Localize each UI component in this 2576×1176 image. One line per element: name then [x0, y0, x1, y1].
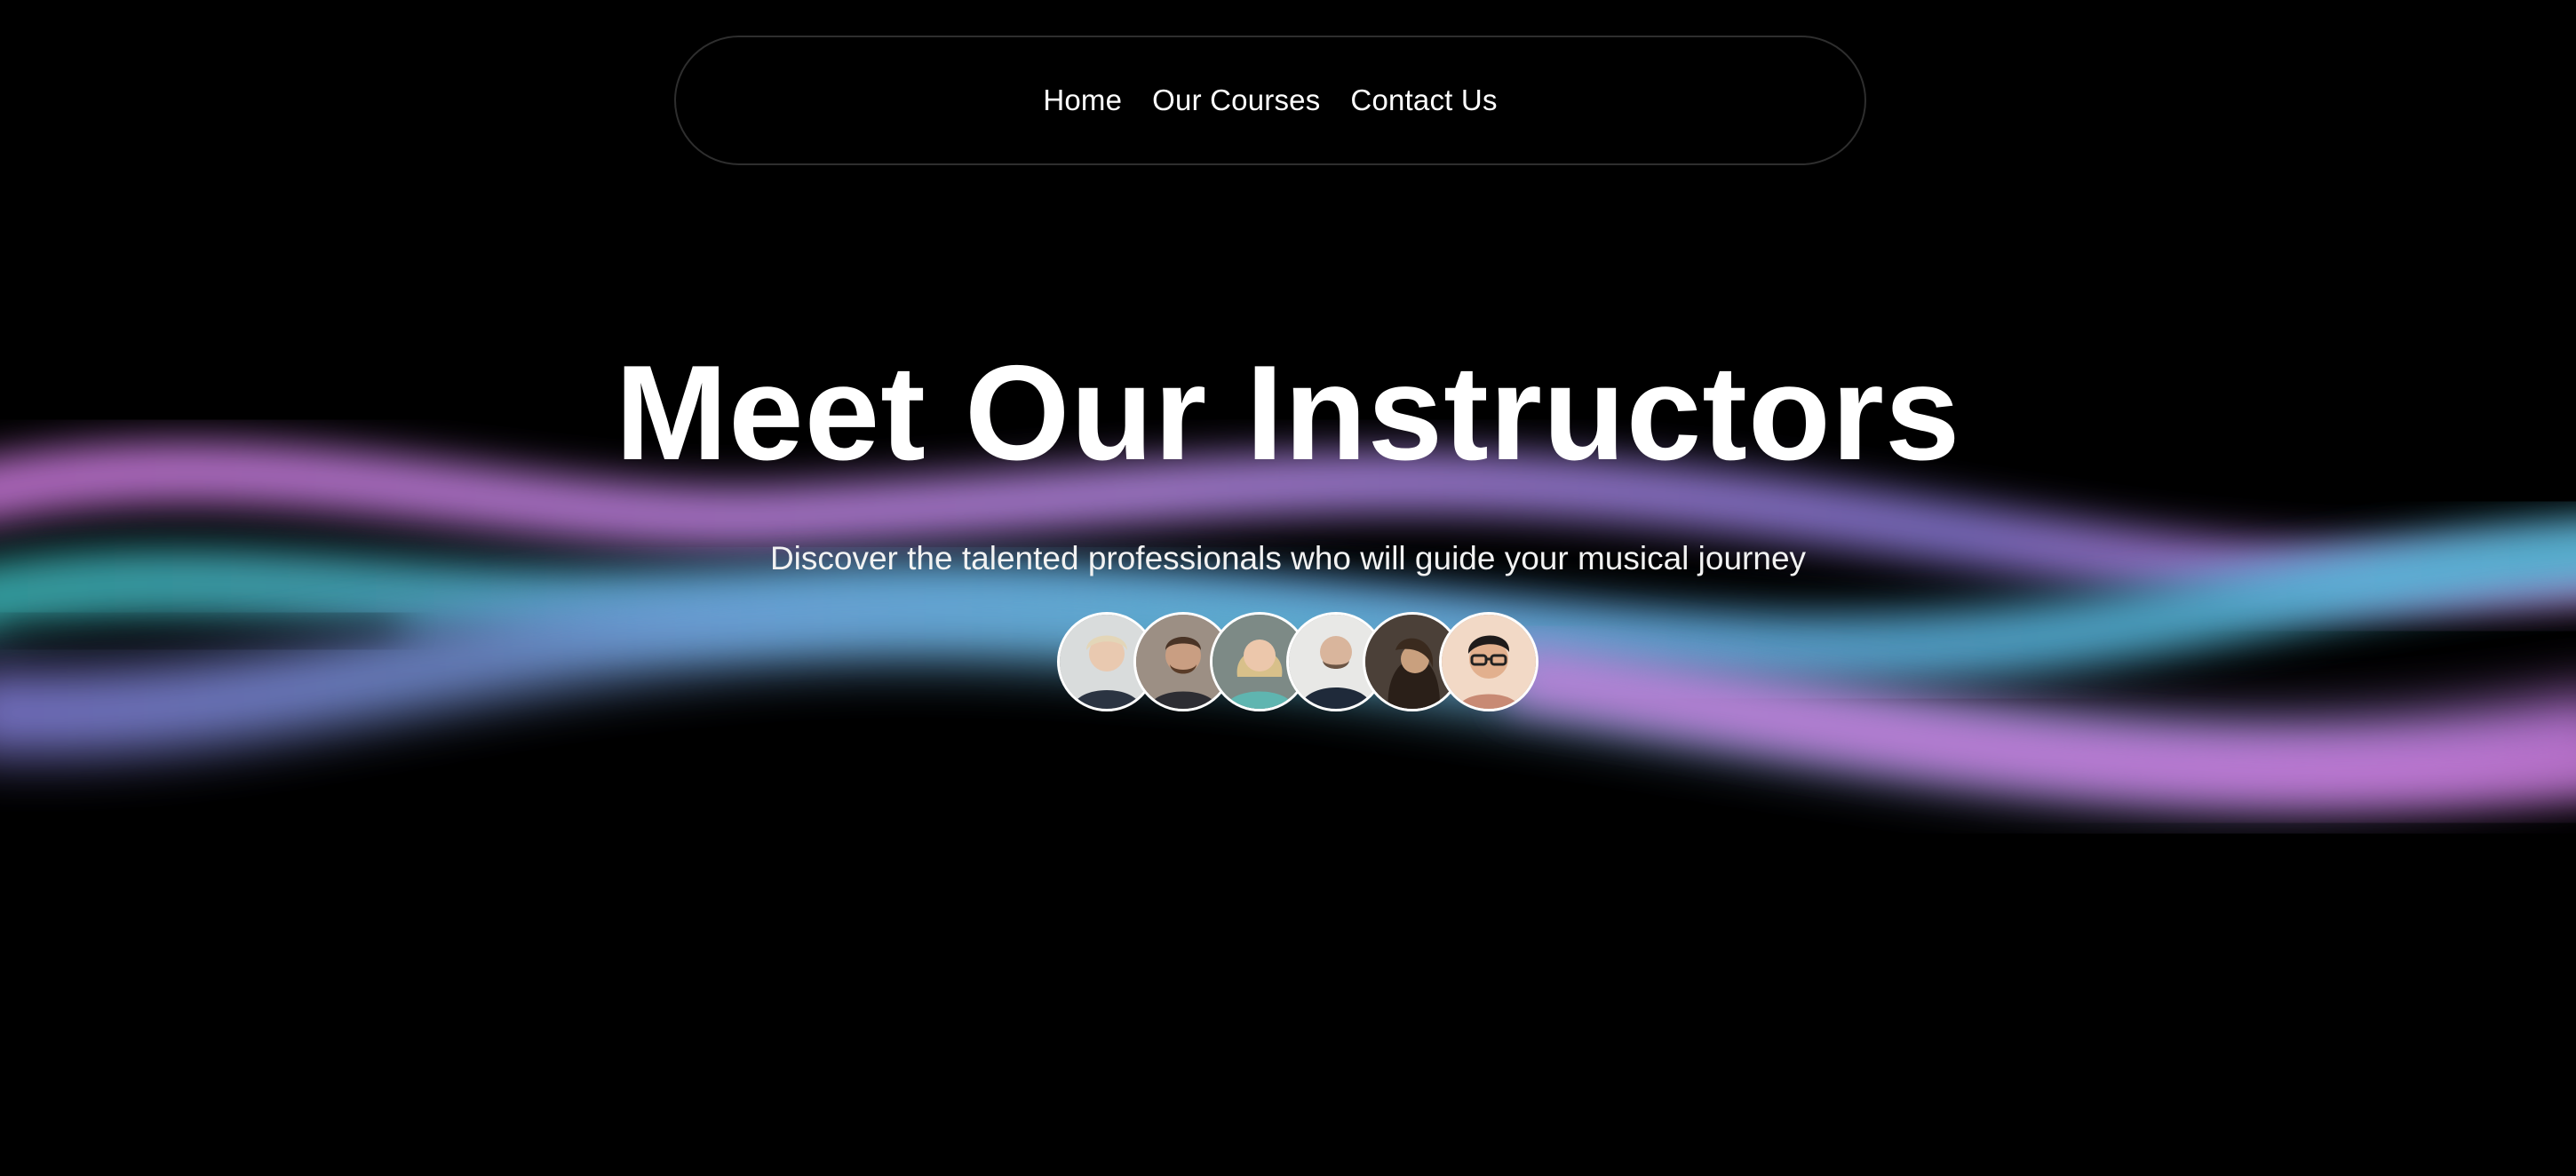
page: Home Our Courses Contact Us Meet Our Ins…: [0, 0, 2576, 1176]
nav-home-link[interactable]: Home: [1043, 83, 1122, 117]
background-waves: [0, 441, 2576, 805]
nav-contact-us-link[interactable]: Contact Us: [1350, 83, 1497, 117]
nav-our-courses-link[interactable]: Our Courses: [1152, 83, 1320, 117]
instructor-avatars: [1057, 612, 1538, 711]
top-navbar: Home Our Courses Contact Us: [674, 36, 1866, 165]
page-subtitle: Discover the talented professionals who …: [769, 540, 1807, 576]
instructor-avatar[interactable]: [1439, 612, 1538, 711]
page-title: Meet Our Instructors: [615, 338, 1961, 489]
